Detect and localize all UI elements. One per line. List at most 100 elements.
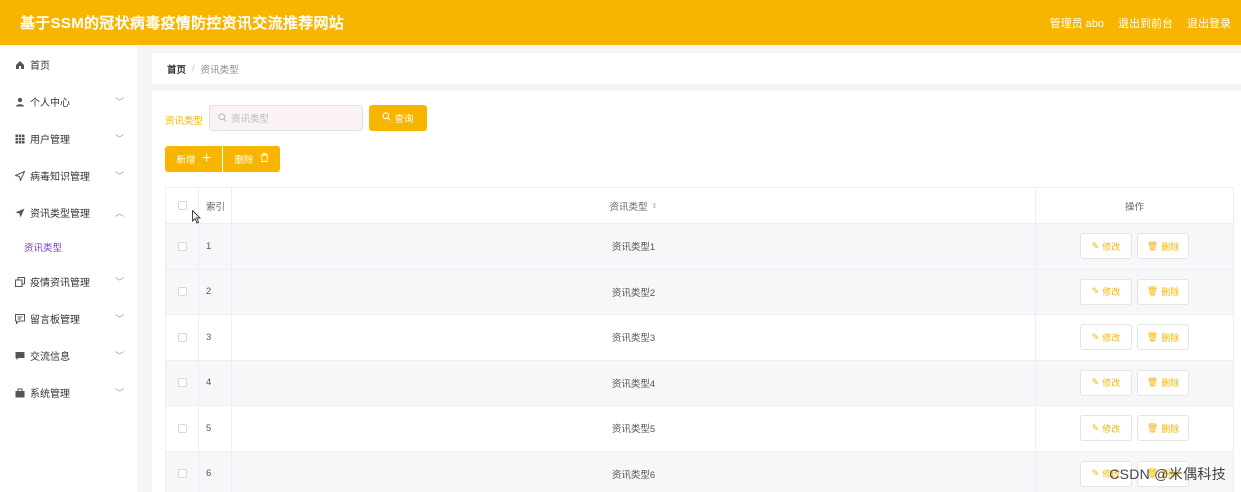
delete-button[interactable]: 🗑 删除	[1137, 369, 1189, 396]
edit-icon: ✎	[1091, 240, 1100, 251]
table-row: 1 资讯类型1 ✎ 修改 🗑 删除	[166, 224, 1233, 270]
sidebar-item-message-board-management[interactable]: 留言板管理 ﹀	[0, 300, 137, 337]
copy-icon	[14, 276, 25, 287]
top-header: 基于SSM的冠状病毒疫情防控资讯交流推荐网站 管理员 abo 退出到前台 退出登…	[0, 0, 1241, 45]
row-checkbox[interactable]	[177, 469, 187, 479]
row-checkbox-cell	[166, 360, 199, 405]
chevron-down-icon: ﹀	[114, 351, 124, 361]
chevron-down-icon: ﹀	[114, 97, 124, 107]
delete-button[interactable]: 🗑 删除	[1137, 278, 1189, 305]
search-input[interactable]: 资讯类型	[209, 105, 363, 131]
briefcase-icon	[14, 387, 25, 398]
row-index: 4	[199, 360, 232, 405]
row-index: 5	[199, 406, 232, 451]
edit-button[interactable]: ✎ 修改	[1080, 324, 1132, 351]
sidebar-item-personal-center[interactable]: 个人中心 ﹀	[0, 83, 137, 120]
row-checkbox-cell	[166, 406, 199, 451]
delete-button[interactable]: 🗑 删除	[1137, 324, 1189, 351]
edit-icon: ✎	[1091, 422, 1100, 433]
delete-button-label: 删除	[1161, 378, 1180, 389]
header-type[interactable]: 资讯类型 ⇕	[232, 188, 1036, 223]
mouse-cursor-icon	[192, 209, 202, 224]
edit-icon: ✎	[1091, 377, 1100, 388]
edit-button[interactable]: ✎ 修改	[1080, 278, 1132, 305]
logout-link[interactable]: 退出登录	[1187, 15, 1231, 31]
sidebar-item-label: 疫情资讯管理	[30, 278, 90, 289]
row-type: 资讯类型4	[232, 360, 1036, 405]
row-checkbox[interactable]	[177, 423, 187, 433]
chevron-down-icon: ﹀	[114, 277, 124, 287]
home-icon	[14, 59, 25, 70]
delete-button-label: 删除	[1161, 287, 1180, 298]
table-row: 3 资讯类型3 ✎ 修改 🗑 删除	[166, 315, 1233, 361]
trash-icon	[260, 153, 269, 165]
sidebar-item-user-management[interactable]: 用户管理 ﹀	[0, 120, 137, 157]
add-button[interactable]: 新增	[165, 146, 222, 172]
sidebar-item-virus-knowledge[interactable]: 病毒知识管理 ﹀	[0, 157, 137, 194]
search-label: 资讯类型	[165, 116, 204, 127]
send-icon	[14, 170, 25, 181]
chevron-down-icon: ﹀	[114, 134, 124, 144]
sidebar-subitem-news-type[interactable]: 资讯类型	[0, 231, 137, 263]
row-type: 资讯类型3	[232, 315, 1036, 360]
row-checkbox-cell	[166, 451, 199, 492]
row-checkbox[interactable]	[177, 378, 187, 388]
chat-icon	[14, 350, 25, 361]
sidebar-item-epidemic-news-management[interactable]: 疫情资讯管理 ﹀	[0, 263, 137, 300]
breadcrumb-current: 资讯类型	[200, 64, 239, 76]
edit-button-label: 修改	[1102, 241, 1121, 252]
edit-button[interactable]: ✎ 修改	[1080, 415, 1132, 442]
select-all-checkbox[interactable]	[177, 201, 187, 210]
search-icon	[382, 112, 392, 124]
delete-button-label: 删除	[1161, 423, 1180, 434]
row-checkbox[interactable]	[177, 287, 187, 297]
grid-icon	[14, 133, 25, 144]
batch-delete-button[interactable]: 删除	[223, 146, 280, 172]
chevron-down-icon: ﹀	[114, 314, 124, 324]
sidebar-item-exchange-info[interactable]: 交流信息 ﹀	[0, 337, 137, 374]
edit-icon: ✎	[1091, 468, 1100, 479]
batch-delete-button-label: 删除	[234, 155, 254, 166]
message-icon	[14, 313, 25, 324]
edit-button[interactable]: ✎ 修改	[1080, 233, 1132, 260]
sidebar-item-home[interactable]: 首页	[0, 46, 137, 83]
row-checkbox[interactable]	[177, 241, 187, 251]
row-checkbox-cell	[166, 269, 199, 314]
sidebar-item-label: 系统管理	[30, 389, 70, 400]
row-checkbox-cell	[166, 315, 199, 360]
row-ops: ✎ 修改 🗑 删除	[1036, 315, 1233, 360]
sidebar-item-label: 病毒知识管理	[30, 172, 90, 183]
edit-button-label: 修改	[1102, 287, 1121, 298]
user-icon	[14, 96, 25, 107]
query-button-label: 查询	[394, 114, 414, 125]
delete-button[interactable]: 🗑 删除	[1137, 415, 1189, 442]
delete-button[interactable]: 🗑 删除	[1137, 233, 1189, 260]
sidebar-item-news-type-management[interactable]: 资讯类型管理 ︿	[0, 194, 137, 231]
go-frontend-link[interactable]: 退出到前台	[1118, 15, 1173, 31]
trash-icon: 🗑	[1146, 286, 1159, 297]
row-checkbox[interactable]	[177, 332, 187, 342]
search-placeholder: 资讯类型	[231, 114, 270, 125]
breadcrumb: 首页 / 资讯类型	[152, 53, 1241, 84]
plus-icon	[201, 153, 211, 165]
trash-icon: 🗑	[1146, 377, 1159, 388]
table-row: 5 资讯类型5 ✎ 修改 🗑 删除	[166, 406, 1233, 452]
row-index: 3	[199, 315, 232, 360]
chevron-down-icon: ﹀	[114, 388, 124, 398]
sidebar-item-system-management[interactable]: 系统管理 ﹀	[0, 374, 137, 411]
news-type-table: 索引 资讯类型 ⇕ 操作 1 资讯类型1 ✎ 修改 🗑 删除 2 资讯类型2 ✎ 修改…	[165, 187, 1234, 492]
row-ops: ✎ 修改 🗑 删除	[1036, 361, 1233, 406]
breadcrumb-home[interactable]: 首页	[167, 62, 186, 76]
query-button[interactable]: 查询	[369, 105, 427, 131]
table-row: 6 资讯类型6 ✎ 修改 🗑 删除	[166, 451, 1233, 492]
sort-icon[interactable]: ⇕	[652, 202, 658, 210]
paper-plane-icon	[14, 207, 25, 218]
row-checkbox-cell	[166, 224, 199, 269]
sidebar-item-label: 首页	[30, 61, 50, 72]
admin-user-label: 管理员 abo	[1049, 17, 1104, 30]
edit-button[interactable]: ✎ 修改	[1080, 369, 1132, 396]
row-ops: ✎ 修改 🗑 删除	[1036, 270, 1233, 315]
row-type: 资讯类型5	[232, 406, 1036, 451]
sidebar-item-label: 个人中心	[30, 98, 70, 109]
row-ops: ✎ 修改 🗑 删除	[1036, 224, 1233, 269]
